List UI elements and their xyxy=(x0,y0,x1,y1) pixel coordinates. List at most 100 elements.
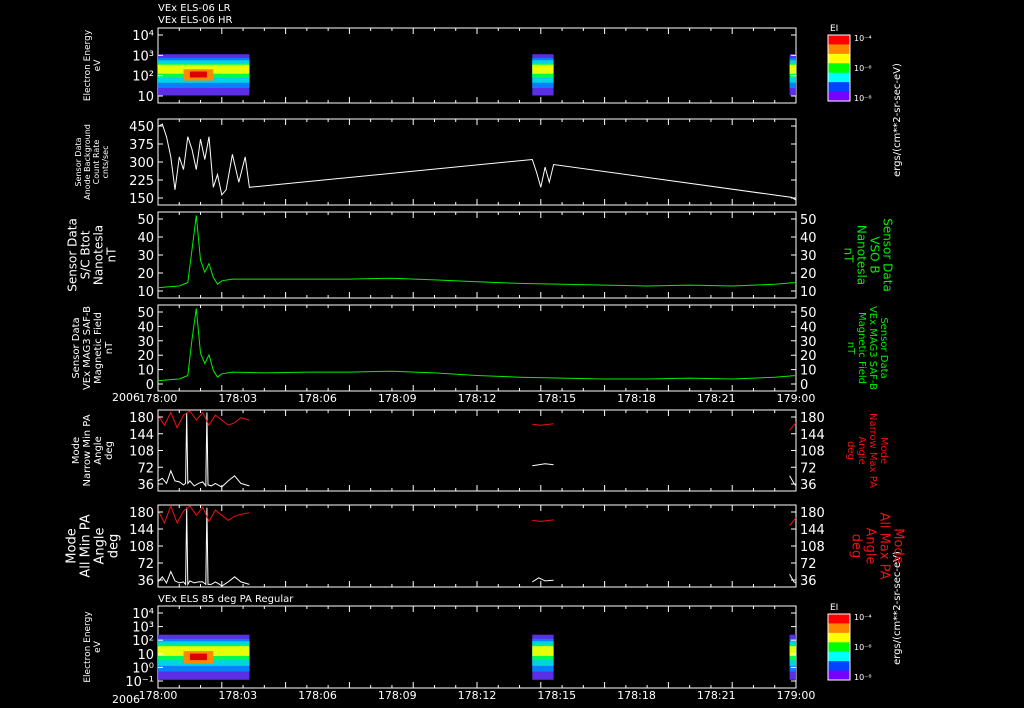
colorbar-bottom-swatch xyxy=(828,614,850,624)
header-line-2: VEx ELS-06 HR xyxy=(158,15,233,26)
ylabel-narrow-pa-line: deg xyxy=(104,441,115,460)
y-tick-label: 180 xyxy=(129,506,154,521)
y-tick-label: 108 xyxy=(129,540,154,555)
ylabel-count-rate-line: Count Rate xyxy=(92,140,101,185)
y-tick-label: 10⁻¹ xyxy=(125,675,154,690)
ylabel-right-mag-field: Sensor DataVEx MAG3 SAF-BMagnetic Fieldn… xyxy=(845,306,889,390)
y-tick-label: 225 xyxy=(129,174,154,189)
ylabel-right-all-pa-line: All Max PA xyxy=(877,512,892,579)
y-tick-label: 72 xyxy=(137,557,154,572)
y-tick-label-right: 72 xyxy=(800,557,817,572)
ylabel-mag-field-line: Magnetic Field xyxy=(93,312,104,384)
colorbar-top-swatch xyxy=(828,91,850,102)
colorbar-top-swatch xyxy=(828,63,850,74)
y-tick-label: 375 xyxy=(129,138,154,153)
time-tick-label-6: 178:18 xyxy=(617,689,656,702)
ylabel-spectrogram-85pa-line: Electron Energy xyxy=(83,611,93,683)
all-pa-series-4 xyxy=(532,519,554,522)
y-tick-label: 20 xyxy=(137,267,154,282)
all-pa-series-2 xyxy=(789,573,797,584)
y-tick-label-right: 108 xyxy=(800,540,825,555)
y-tick-label: 30 xyxy=(137,249,154,264)
ylabel-right-mag-field-line: Sensor Data xyxy=(878,317,889,378)
ylabel-right-narrow-pa-line: deg xyxy=(845,441,856,460)
all-pa-series-5 xyxy=(789,517,797,526)
panel-anode-count-rate xyxy=(157,118,797,206)
y-tick-label-right: 36 xyxy=(800,478,817,493)
time-tick-label-3: 178:12 xyxy=(458,392,497,405)
y-tick-label-right: 10 xyxy=(800,364,817,379)
spectrogram-85pa-band xyxy=(789,646,796,657)
narrow-pa-series-1 xyxy=(532,463,554,467)
ylabel-count-rate-line: Anode Background xyxy=(83,124,92,200)
spectrogram-top-band xyxy=(789,64,796,74)
header-line-1: VEx ELS-06 LR xyxy=(158,3,231,14)
colorbar-top-tick: 10⁻⁶ xyxy=(854,64,872,73)
all-pa-series-1 xyxy=(532,577,554,583)
y-tick-label-right: 180 xyxy=(800,506,825,521)
sc-bmag-series-0 xyxy=(157,215,797,289)
spectrogram-top-band xyxy=(532,64,554,74)
ylabel-mag-field: Sensor Data VEx MAG3 SAF-B Magnetic Field n… xyxy=(71,306,115,390)
y-tick-label-right: 72 xyxy=(800,461,817,476)
plot-canvas: VEx ELS-06 LR VEx ELS-06 HR VEx ELS 85 d… xyxy=(64,3,906,706)
ylabel-narrow-pa-line: Angle xyxy=(93,436,104,464)
y-tick-label: 10⁴ xyxy=(132,29,154,44)
ylabel-all-pa-line: Angle xyxy=(92,528,107,565)
ylabel-right-narrow-pa-line: Mode xyxy=(878,437,889,464)
y-tick-label: 10 xyxy=(137,90,154,105)
ylabel-all-pa-line: Mode xyxy=(64,528,79,563)
colorbar-top-label: EI xyxy=(830,24,838,34)
colorbar-bottom-tick: 10⁻⁶ xyxy=(854,643,872,652)
time-tick-label-3: 179:00 xyxy=(777,392,816,405)
colorbar-top-swatch xyxy=(828,35,850,45)
ylabel-right-narrow-pa-line: Narrow Max PA xyxy=(867,413,878,488)
colorbar-top-swatch xyxy=(828,72,850,83)
colorbar-bottom-swatch xyxy=(828,651,850,662)
panel-narrow-pa xyxy=(157,409,797,492)
ylabel-sc-bmag-line: Nanotesla xyxy=(92,225,106,285)
y-tick-label: 72 xyxy=(137,461,154,476)
colorbar-bottom-tick: 10⁻⁸ xyxy=(854,673,872,682)
time-axis-year-2: 2006 xyxy=(112,693,140,706)
ylabel-mag-field-line: Sensor Data xyxy=(71,317,82,378)
time-tick-label-6: 178:03 xyxy=(218,689,257,702)
ylabel-right-sc-bmag-line: Nanotesla xyxy=(855,225,869,285)
y-tick-label: 0 xyxy=(146,378,154,393)
ylabel-all-pa-line: deg xyxy=(106,534,121,559)
colorbar-bottom-swatch xyxy=(828,642,850,653)
colorbar-bottom-swatch xyxy=(828,670,850,681)
y-tick-label: 36 xyxy=(137,574,154,589)
y-tick-label: 450 xyxy=(129,120,154,135)
ylabel-right-all-pa-line: Angle xyxy=(863,528,878,565)
ylabel-right-narrow-pa: ModeNarrow Max PAAngledeg xyxy=(845,413,889,488)
ylabel-all-pa: Mode All Min PA Angle deg xyxy=(64,514,121,577)
narrow-pa-series-5 xyxy=(789,422,797,431)
colorbar-top-swatch xyxy=(828,53,850,64)
all-pa-series-0 xyxy=(157,507,250,587)
narrow-pa-series-0 xyxy=(157,412,250,488)
ylabel-sc-bmag-line: nT xyxy=(105,247,119,263)
ylabel-narrow-pa-line: Narrow Min PA xyxy=(82,414,93,486)
ylabel-all-pa-line: All Min PA xyxy=(78,514,93,577)
ylabel-count-rate: Sensor Data Anode Background Count Rate cnt… xyxy=(74,124,110,200)
ylabel-spectrogram-85pa: Electron Energy eV xyxy=(83,611,103,683)
time-tick-label-3: 178:21 xyxy=(697,392,736,405)
ylabel-right-mag-field-line: nT xyxy=(845,342,856,355)
time-tick-label-6: 178:15 xyxy=(537,689,576,702)
spectrogram-top-hot xyxy=(189,71,207,78)
ylabel-spectrogram-top-line: Electron Energy xyxy=(83,29,93,101)
colorbar-bottom-swatch xyxy=(828,623,850,634)
ylabel-right-sc-bmag: Sensor DataVSO BNanoteslanT xyxy=(842,218,895,292)
ylabel-sc-bmag-line: Sensor Data xyxy=(66,218,80,292)
ylabel-right-all-pa-line: Mode xyxy=(891,528,906,563)
y-tick-label: 40 xyxy=(137,320,154,335)
ylabel-narrow-pa-line: Mode xyxy=(71,437,82,464)
all-pa-series-3 xyxy=(157,504,250,525)
y-tick-label: 144 xyxy=(129,523,154,538)
time-tick-label-3: 178:00 xyxy=(139,392,178,405)
colorbar-top-swatch xyxy=(828,82,850,93)
spectrogram-85pa-hot xyxy=(189,653,207,661)
y-tick-label: 144 xyxy=(129,428,154,443)
y-tick-label-right: 180 xyxy=(800,411,825,426)
